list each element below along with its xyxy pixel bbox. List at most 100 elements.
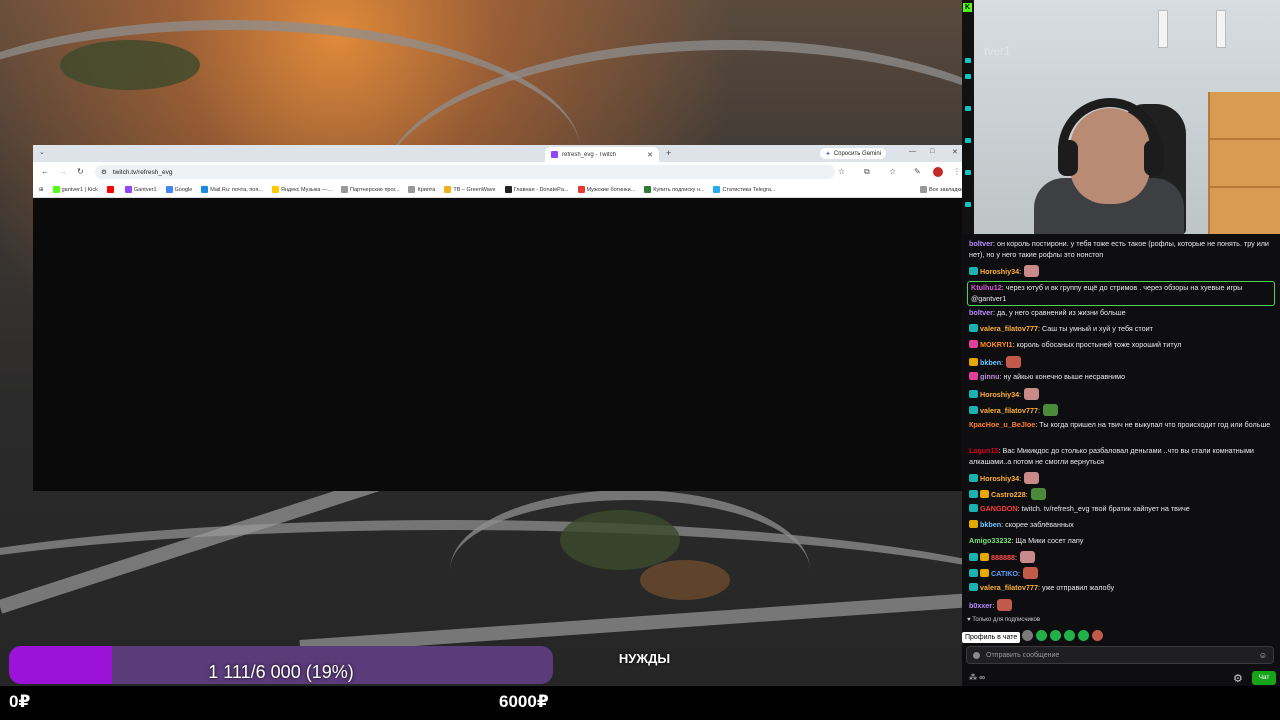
sub-badge-icon[interactable] <box>969 569 978 577</box>
bookmark-item[interactable]: Яндекс Музыка —... <box>271 186 332 193</box>
chat-username[interactable]: boltver <box>969 308 993 317</box>
chat-username[interactable]: Castro228 <box>991 490 1026 499</box>
vip-badge-icon[interactable] <box>969 358 978 366</box>
folder-icon <box>408 186 416 193</box>
emote-picker-icon[interactable]: ☺ <box>1259 651 1267 660</box>
chat-username[interactable]: boltver <box>969 239 993 248</box>
emote-icon[interactable] <box>1092 630 1103 641</box>
vip-badge-icon[interactable] <box>980 569 989 577</box>
chat-username[interactable]: Horoshiy34 <box>980 390 1019 399</box>
bookmark-item[interactable]: Партнерские прог... <box>341 186 399 193</box>
bookmark-item[interactable]: gantver1 | Kick <box>52 186 98 193</box>
chat-footer: ⁂ ∞ ⚙ Чат <box>962 670 1280 686</box>
close-tab-icon[interactable]: ✕ <box>647 151 653 159</box>
sub-badge-icon[interactable] <box>969 553 978 561</box>
bookmark-item[interactable]: Mail.Ru: почта, поя... <box>201 186 263 193</box>
sub-badge-icon[interactable] <box>969 390 978 398</box>
gift-badge-icon[interactable] <box>969 372 978 380</box>
chat-message-text: : король обосаных простыней тоже хороший… <box>1012 340 1182 349</box>
sub-badge-icon[interactable] <box>969 504 978 512</box>
chat-username[interactable]: MOKRYI1 <box>980 340 1012 349</box>
emote-icon[interactable] <box>1078 630 1089 641</box>
bookmark-item[interactable]: Статистика Telegra... <box>713 186 776 193</box>
extensions-icon[interactable]: ⧉ <box>864 167 870 177</box>
new-tab-icon[interactable]: + <box>666 148 671 158</box>
menu-icon[interactable]: ⋮ <box>953 167 961 176</box>
chat-emote-icon <box>997 599 1013 611</box>
bookmark-item[interactable]: Главная - DonatePa... <box>504 186 569 193</box>
forward-icon[interactable]: → <box>59 167 67 176</box>
chat-username[interactable]: КрасНое_u_BeJIoe <box>969 420 1035 429</box>
chat-username[interactable]: valera_filatov777 <box>980 583 1038 592</box>
chat-send-button[interactable]: Чат <box>1252 671 1276 685</box>
chat-message-text: : Вас Микикдос до столько разбаловал ден… <box>969 446 1254 466</box>
bookmark-item[interactable]: Google <box>165 186 192 193</box>
emote-icon[interactable] <box>1022 630 1033 641</box>
reload-icon[interactable]: ↻ <box>77 167 84 176</box>
bookmark-item[interactable]: Gantver1 <box>124 186 157 193</box>
maximize-icon[interactable]: □ <box>930 148 934 155</box>
profile-avatar[interactable] <box>933 167 943 177</box>
bookmark-item[interactable]: Купить подписку н... <box>644 186 704 193</box>
chat-emote-icon <box>1024 265 1040 277</box>
cabinet <box>1208 92 1280 234</box>
site-info-icon[interactable]: ⚙ <box>101 168 107 176</box>
chat-username[interactable]: valera_filatov777 <box>980 324 1038 333</box>
all-bookmarks-label: Все закладки <box>928 186 963 193</box>
chat-username[interactable]: b0xxer <box>969 601 992 610</box>
bookmark-item[interactable]: Мужские ботинки... <box>577 186 636 193</box>
vip-badge-icon[interactable] <box>980 490 989 498</box>
sub-badge-icon[interactable] <box>969 267 978 275</box>
extension-icon[interactable]: ✎ <box>914 167 921 176</box>
star-icon[interactable]: ☆ <box>889 167 896 176</box>
chat-input[interactable]: Отправить сообщение ☺ <box>966 646 1274 664</box>
apps-icon[interactable]: ⊞ <box>39 187 44 193</box>
chat-username[interactable]: Ktulhu12 <box>971 283 1002 292</box>
google-icon <box>165 186 173 193</box>
bookmark-star-icon[interactable]: ☆ <box>838 167 845 176</box>
gear-icon[interactable]: ⚙ <box>1233 672 1243 685</box>
bookmark-item[interactable]: TB – GreenWave <box>444 186 496 193</box>
twitch-icon <box>124 186 132 193</box>
bookmark-item[interactable]: Крипта <box>408 186 435 193</box>
chat-emote-icon <box>1024 388 1040 400</box>
chat-username[interactable]: Amigo33232 <box>969 536 1011 545</box>
address-bar[interactable]: ⚙ twitch.tv/refresh_evg <box>95 165 835 179</box>
chat-emote-icon <box>1024 472 1040 484</box>
emote-icon[interactable] <box>1064 630 1075 641</box>
emote-icon[interactable] <box>1050 630 1061 641</box>
chat-username[interactable]: Horoshiy34 <box>980 474 1019 483</box>
minimize-icon[interactable]: — <box>909 148 916 155</box>
bookmark-favicon-icon <box>504 186 512 193</box>
chat-message-text: : Ща Мики сосет лапу <box>1011 536 1084 545</box>
chat-username[interactable]: bkben <box>980 520 1001 529</box>
channel-points-button[interactable]: ⁂ ∞ <box>969 673 985 682</box>
all-bookmarks-button[interactable]: Все закладки <box>913 186 963 193</box>
sub-badge-icon[interactable] <box>969 406 978 414</box>
gemini-button[interactable]: ✦ Спросить Gemini <box>820 148 887 159</box>
gift-badge-icon[interactable] <box>969 340 978 348</box>
close-window-icon[interactable]: ✕ <box>952 148 958 156</box>
chat-username[interactable]: CATIKO <box>991 569 1018 578</box>
chat-username[interactable]: ginnu <box>980 372 1000 381</box>
back-icon[interactable]: ← <box>41 167 49 176</box>
vip-badge-icon[interactable] <box>969 520 978 528</box>
emote-icon[interactable] <box>1036 630 1047 641</box>
chat-username[interactable]: bkben <box>980 358 1001 367</box>
chat-username[interactable]: Horoshiy34 <box>980 267 1019 276</box>
chat-avatar-icon[interactable] <box>973 651 980 659</box>
tab-search-icon[interactable]: ⌄ <box>39 148 45 156</box>
chat-username[interactable]: GANGDON <box>980 504 1018 513</box>
tab-twitch[interactable]: refresh_evg - Twitch ✕ <box>545 147 659 162</box>
chat-username[interactable]: valera_filatov777 <box>980 406 1038 415</box>
sub-badge-icon[interactable] <box>969 324 978 332</box>
bookmark-item[interactable] <box>106 186 116 193</box>
chat-username[interactable]: 888888 <box>991 553 1015 562</box>
bookmark-label: Мужские ботинки... <box>586 186 636 193</box>
sub-badge-icon[interactable] <box>969 583 978 591</box>
sub-badge-icon[interactable] <box>969 490 978 498</box>
chat-username[interactable]: Lagun15 <box>969 446 999 455</box>
chat-message: CATIKO: <box>969 567 1275 580</box>
sub-badge-icon[interactable] <box>969 474 978 482</box>
vip-badge-icon[interactable] <box>980 553 989 561</box>
